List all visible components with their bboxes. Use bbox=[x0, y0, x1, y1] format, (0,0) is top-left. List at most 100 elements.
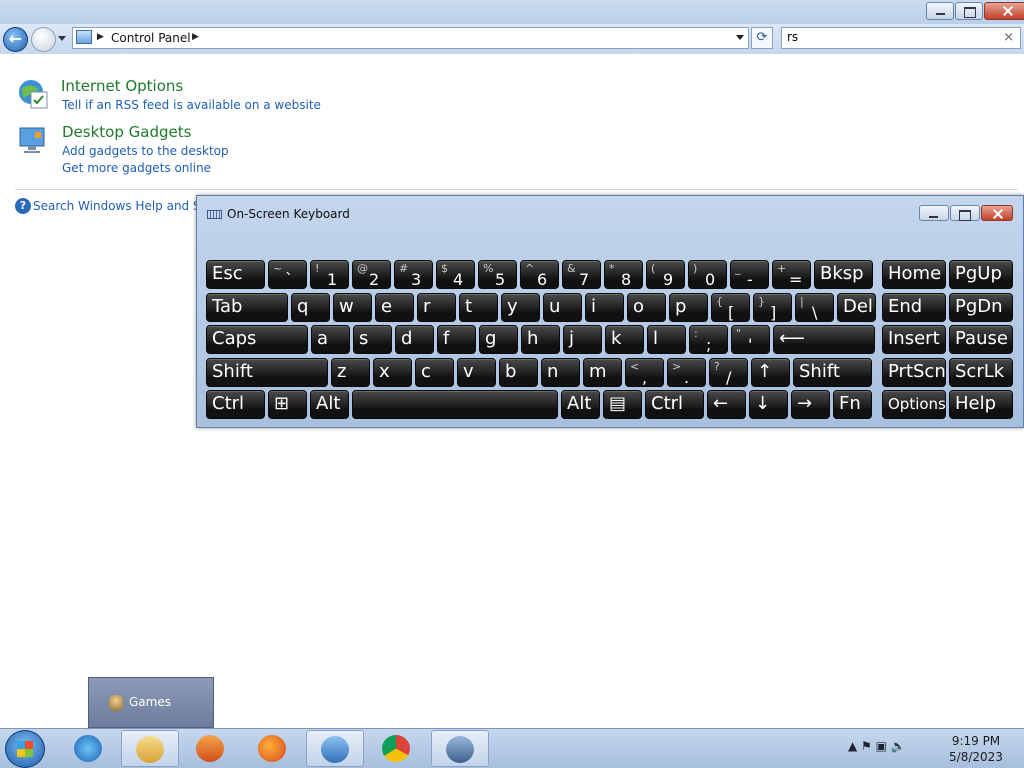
search-input[interactable] bbox=[787, 30, 987, 44]
key-w[interactable]: w bbox=[333, 293, 372, 322]
rss-feed-link[interactable]: Tell if an RSS feed is available on a we… bbox=[62, 98, 321, 112]
minimize-button[interactable] bbox=[926, 2, 954, 20]
key-6[interactable]: ^ 6 bbox=[520, 260, 559, 289]
key-left-shift[interactable]: Shift bbox=[206, 358, 328, 387]
key-menu[interactable]: ▤ bbox=[603, 390, 642, 419]
key-right-alt[interactable]: Alt bbox=[561, 390, 600, 419]
taskbar-firefox-button[interactable] bbox=[244, 730, 302, 767]
taskbar-windows-explorer-button[interactable] bbox=[121, 730, 179, 767]
key-m[interactable]: m bbox=[583, 358, 622, 387]
key-e[interactable]: e bbox=[375, 293, 414, 322]
taskbar-internet-explorer-button[interactable] bbox=[60, 730, 118, 767]
maximize-button[interactable] bbox=[955, 2, 983, 20]
taskbar-on-screen-keyboard-button[interactable] bbox=[431, 730, 489, 767]
key-prtscn[interactable]: PrtScn bbox=[882, 358, 946, 387]
key-1[interactable]: ! 1 bbox=[310, 260, 349, 289]
add-gadgets-link[interactable]: Add gadgets to the desktop bbox=[62, 144, 229, 158]
clear-search-icon[interactable]: × bbox=[1003, 30, 1014, 45]
key-right-ctrl[interactable]: Ctrl bbox=[645, 390, 704, 419]
key-o[interactable]: o bbox=[627, 293, 666, 322]
forward-button[interactable] bbox=[31, 27, 56, 52]
key-v[interactable]: v bbox=[457, 358, 496, 387]
taskbar-chrome-button[interactable] bbox=[368, 730, 426, 767]
key-fn[interactable]: Fn bbox=[833, 390, 872, 419]
key-5[interactable]: % 5 bbox=[478, 260, 517, 289]
key-s[interactable]: s bbox=[353, 325, 392, 354]
refresh-button[interactable]: ⟳ bbox=[751, 27, 773, 49]
key-q[interactable]: q bbox=[291, 293, 330, 322]
key-b[interactable]: b bbox=[499, 358, 538, 387]
games-thumbnail[interactable]: Games bbox=[88, 677, 214, 728]
key-options[interactable]: Options bbox=[882, 390, 946, 419]
key-help[interactable]: Help bbox=[949, 390, 1013, 419]
key-left-arrow[interactable]: ← bbox=[707, 390, 746, 419]
key-left-ctrl[interactable]: Ctrl bbox=[206, 390, 265, 419]
key-z[interactable]: z bbox=[331, 358, 370, 387]
key-enter[interactable]: ⟵ bbox=[773, 325, 875, 354]
key-space[interactable] bbox=[352, 390, 558, 419]
key-esc[interactable]: Esc bbox=[206, 260, 265, 289]
key-t[interactable]: t bbox=[459, 293, 498, 322]
get-more-gadgets-link[interactable]: Get more gadgets online bbox=[62, 161, 211, 175]
key-down-arrow[interactable]: ↓ bbox=[749, 390, 788, 419]
key-7[interactable]: & 7 bbox=[562, 260, 601, 289]
key-0[interactable]: ) 0 bbox=[688, 260, 727, 289]
key-tab[interactable]: Tab bbox=[206, 293, 288, 322]
clock[interactable]: 9:19 PM 5/8/2023 bbox=[936, 733, 1016, 765]
key-caps[interactable]: Caps bbox=[206, 325, 308, 354]
key-home[interactable]: Home bbox=[882, 260, 946, 289]
address-bar[interactable]: ▶ Control Panel ▶ bbox=[72, 27, 749, 49]
key-symbol[interactable]: " ' bbox=[731, 325, 770, 354]
key-symbol[interactable]: ~ ` bbox=[268, 260, 307, 289]
key-symbol[interactable]: }] bbox=[753, 293, 792, 322]
start-button[interactable] bbox=[5, 730, 45, 768]
key-symbol[interactable]: :; bbox=[689, 325, 728, 354]
key-symbol[interactable]: {[ bbox=[711, 293, 750, 322]
key-8[interactable]: * 8 bbox=[604, 260, 643, 289]
key-symbol[interactable]: <, bbox=[625, 358, 664, 387]
key-end[interactable]: End bbox=[882, 293, 946, 322]
key-insert[interactable]: Insert bbox=[882, 325, 946, 354]
key-x[interactable]: x bbox=[373, 358, 412, 387]
key-pgup[interactable]: PgUp bbox=[949, 260, 1013, 289]
key-pause[interactable]: Pause bbox=[949, 325, 1013, 354]
address-dropdown-icon[interactable] bbox=[736, 35, 744, 40]
key-p[interactable]: p bbox=[669, 293, 708, 322]
key-g[interactable]: g bbox=[479, 325, 518, 354]
key-h[interactable]: h bbox=[521, 325, 560, 354]
internet-options-title-link[interactable]: Internet Options bbox=[61, 77, 183, 95]
taskbar-media-player-button[interactable] bbox=[182, 730, 240, 767]
key-pgdn[interactable]: PgDn bbox=[949, 293, 1013, 322]
close-button[interactable] bbox=[984, 2, 1024, 20]
breadcrumb-control-panel[interactable]: Control Panel bbox=[111, 31, 191, 45]
key-l[interactable]: l bbox=[647, 325, 686, 354]
key-symbol[interactable]: _ - bbox=[730, 260, 769, 289]
key-f[interactable]: f bbox=[437, 325, 476, 354]
history-dropdown-icon[interactable] bbox=[58, 36, 66, 41]
key-u[interactable]: u bbox=[543, 293, 582, 322]
key-left-alt[interactable]: Alt bbox=[310, 390, 349, 419]
key-scrlk[interactable]: ScrLk bbox=[949, 358, 1013, 387]
key-del[interactable]: Del bbox=[837, 293, 876, 322]
key-2[interactable]: @2 bbox=[352, 260, 391, 289]
key-right-arrow[interactable]: → bbox=[791, 390, 830, 419]
search-box[interactable]: × bbox=[781, 27, 1021, 49]
key-d[interactable]: d bbox=[395, 325, 434, 354]
key-right-shift[interactable]: Shift bbox=[793, 358, 872, 387]
key-n[interactable]: n bbox=[541, 358, 580, 387]
key-k[interactable]: k bbox=[605, 325, 644, 354]
key-r[interactable]: r bbox=[417, 293, 456, 322]
key-symbol[interactable]: + = bbox=[772, 260, 811, 289]
key-c[interactable]: c bbox=[415, 358, 454, 387]
key-3[interactable]: #3 bbox=[394, 260, 433, 289]
key-symbol[interactable]: >. bbox=[667, 358, 706, 387]
breadcrumb-arrow-icon[interactable]: ▶ bbox=[97, 32, 104, 42]
key-i[interactable]: i bbox=[585, 293, 624, 322]
back-button[interactable]: ← bbox=[3, 27, 28, 52]
breadcrumb-arrow-icon[interactable]: ▶ bbox=[192, 32, 199, 42]
key-bksp[interactable]: Bksp bbox=[814, 260, 873, 289]
key-j[interactable]: j bbox=[563, 325, 602, 354]
key-symbol[interactable]: | \ bbox=[795, 293, 834, 322]
key-up-arrow[interactable]: ↑ bbox=[751, 358, 790, 387]
desktop-gadgets-title-link[interactable]: Desktop Gadgets bbox=[62, 123, 191, 141]
